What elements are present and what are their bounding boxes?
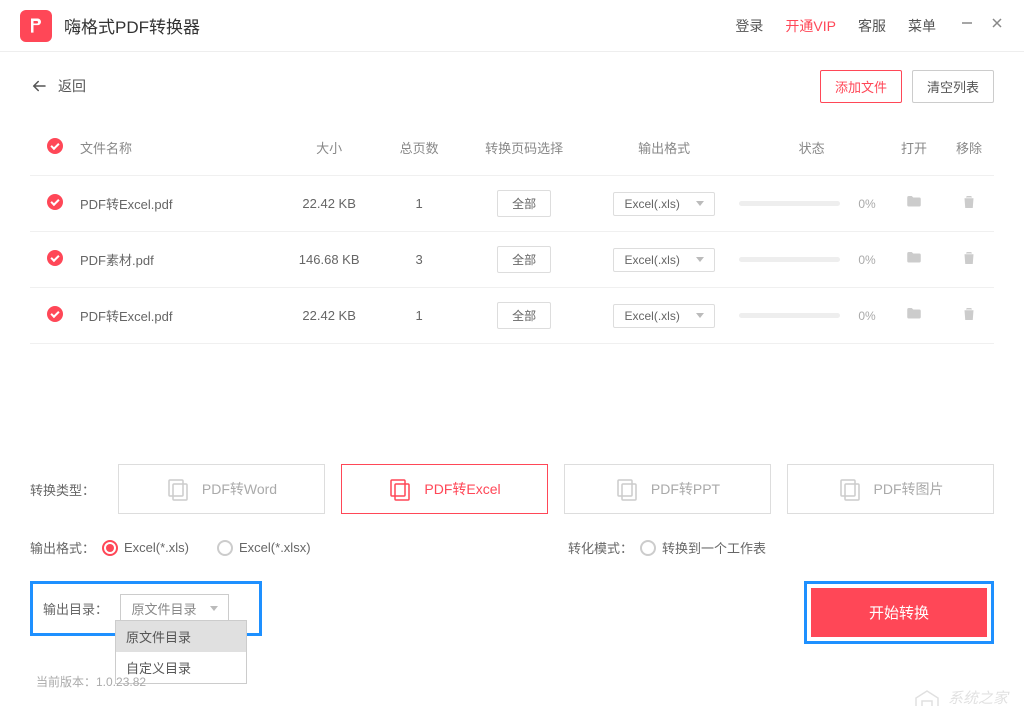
- back-button[interactable]: 返回: [30, 76, 86, 96]
- dropdown-item-original[interactable]: 原文件目录: [116, 621, 246, 652]
- file-size: 22.42 KB: [279, 196, 379, 211]
- watermark: 系统之家: [912, 687, 1008, 708]
- header-status: 状态: [739, 138, 884, 157]
- output-dir-group: 输出目录： 原文件目录 原文件目录 自定义目录: [30, 581, 262, 636]
- pdf-ppt-icon: [615, 477, 639, 501]
- radio-xlsx[interactable]: Excel(*.xlsx): [217, 540, 311, 556]
- chevron-down-icon: [210, 606, 218, 611]
- nav-service[interactable]: 客服: [858, 16, 886, 36]
- nav-login[interactable]: 登录: [735, 16, 763, 36]
- nav-menu[interactable]: 菜单: [908, 16, 936, 36]
- progress-bar: [739, 257, 840, 262]
- type-card-ppt[interactable]: PDF转PPT: [564, 464, 771, 514]
- output-format-label: 输出格式：: [30, 538, 102, 557]
- version-label: 当前版本：1.0.23.82: [36, 673, 146, 690]
- progress-percent: 0%: [850, 197, 884, 211]
- page-select-button[interactable]: 全部: [497, 246, 551, 273]
- row-checkbox[interactable]: [47, 306, 63, 322]
- pdf-image-icon: [838, 477, 862, 501]
- app-logo: [20, 10, 52, 42]
- clear-list-button[interactable]: 清空列表: [912, 70, 994, 103]
- arrow-left-icon: [30, 77, 48, 95]
- output-dir-label: 输出目录：: [43, 602, 108, 617]
- header-size: 大小: [279, 138, 379, 157]
- radio-xls[interactable]: Excel(*.xls): [102, 540, 189, 556]
- house-icon: [912, 688, 942, 708]
- pdf-word-icon: [166, 477, 190, 501]
- convert-type-label: 转换类型：: [30, 480, 102, 499]
- file-pages: 1: [379, 196, 459, 211]
- file-pages: 1: [379, 308, 459, 323]
- page-select-button[interactable]: 全部: [497, 190, 551, 217]
- type-card-excel[interactable]: PDF转Excel: [341, 464, 548, 514]
- row-checkbox[interactable]: [47, 250, 63, 266]
- back-label: 返回: [58, 76, 86, 96]
- close-icon[interactable]: [990, 16, 1004, 35]
- header-open: 打开: [884, 138, 944, 157]
- format-select[interactable]: Excel(.xls): [613, 304, 714, 328]
- chevron-down-icon: [696, 257, 704, 262]
- header-name: 文件名称: [80, 138, 279, 157]
- minimize-icon[interactable]: [960, 16, 974, 35]
- trash-icon[interactable]: [960, 305, 978, 323]
- row-checkbox[interactable]: [47, 194, 63, 210]
- folder-icon[interactable]: [905, 249, 923, 267]
- convert-mode-label: 转化模式：: [568, 538, 640, 557]
- type-card-word[interactable]: PDF转Word: [118, 464, 325, 514]
- header-page-selection: 转换页码选择: [459, 138, 589, 157]
- start-convert-button[interactable]: 开始转换: [811, 588, 987, 637]
- chevron-down-icon: [696, 201, 704, 206]
- pdf-excel-icon: [388, 477, 412, 501]
- file-name: PDF转Excel.pdf: [80, 306, 279, 325]
- table-row: PDF转Excel.pdf 22.42 KB 1 全部 Excel(.xls) …: [30, 288, 994, 344]
- app-title: 嗨格式PDF转换器: [64, 13, 735, 38]
- progress-percent: 0%: [850, 309, 884, 323]
- table-row: PDF转Excel.pdf 22.42 KB 1 全部 Excel(.xls) …: [30, 176, 994, 232]
- nav-vip[interactable]: 开通VIP: [785, 16, 836, 36]
- type-card-image[interactable]: PDF转图片: [787, 464, 994, 514]
- file-size: 22.42 KB: [279, 308, 379, 323]
- progress-bar: [739, 201, 840, 206]
- header-pages: 总页数: [379, 138, 459, 157]
- select-all-checkbox[interactable]: [47, 138, 63, 154]
- chevron-down-icon: [696, 313, 704, 318]
- trash-icon[interactable]: [960, 249, 978, 267]
- table-row: PDF素材.pdf 146.68 KB 3 全部 Excel(.xls) 0%: [30, 232, 994, 288]
- file-size: 146.68 KB: [279, 252, 379, 267]
- format-select[interactable]: Excel(.xls): [613, 192, 714, 216]
- file-pages: 3: [379, 252, 459, 267]
- format-select[interactable]: Excel(.xls): [613, 248, 714, 272]
- folder-icon[interactable]: [905, 305, 923, 323]
- output-dir-select[interactable]: 原文件目录: [120, 594, 229, 623]
- folder-icon[interactable]: [905, 193, 923, 211]
- progress-bar: [739, 313, 840, 318]
- progress-percent: 0%: [850, 253, 884, 267]
- file-name: PDF转Excel.pdf: [80, 194, 279, 213]
- trash-icon[interactable]: [960, 193, 978, 211]
- radio-one-sheet[interactable]: 转换到一个工作表: [640, 538, 766, 557]
- file-name: PDF素材.pdf: [80, 250, 279, 269]
- add-file-button[interactable]: 添加文件: [820, 70, 902, 103]
- header-format: 输出格式: [589, 138, 739, 157]
- page-select-button[interactable]: 全部: [497, 302, 551, 329]
- header-remove: 移除: [944, 138, 994, 157]
